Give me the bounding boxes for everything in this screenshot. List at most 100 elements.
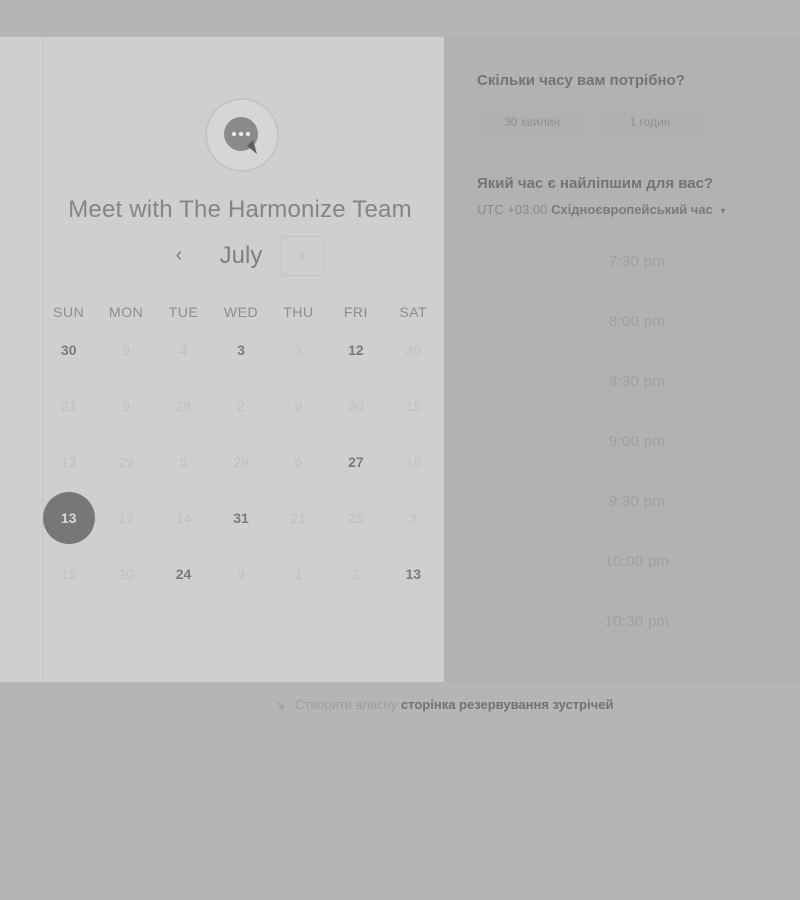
- time-slot[interactable]: 9:30 pm: [477, 471, 797, 531]
- chevron-left-icon: ‹: [175, 243, 183, 266]
- chat-bubble-icon: [224, 117, 258, 154]
- calendar-day: 9: [97, 322, 154, 378]
- calendar-day: 5: [155, 434, 212, 490]
- calendar-day: 2: [212, 378, 269, 434]
- weekday-wed: WED: [223, 304, 259, 320]
- prev-month-button[interactable]: ‹: [164, 240, 194, 270]
- day-number: 9: [294, 398, 303, 414]
- calendar-day: 29: [212, 434, 269, 490]
- day-number: 30: [405, 342, 422, 358]
- calendar-day: 9: [212, 546, 269, 602]
- calendar-day: 3: [270, 322, 327, 378]
- day-number: 31: [233, 510, 249, 526]
- day-number: 14: [175, 510, 192, 526]
- weekday-thu: THU: [283, 304, 314, 320]
- calendar-day: 15: [385, 378, 442, 434]
- time-slot[interactable]: 10:00 pm: [477, 531, 797, 591]
- day-number: 28: [175, 398, 192, 414]
- footer-prefix: Створити власну: [295, 697, 398, 712]
- calendar-day: 21: [270, 490, 327, 546]
- time-slot[interactable]: 8:30 pm: [477, 351, 797, 411]
- calendar-day[interactable]: 12: [327, 322, 384, 378]
- day-number: 25: [348, 510, 364, 526]
- day-number: 6: [294, 454, 303, 470]
- day-number: 20: [118, 566, 134, 582]
- day-number: 3: [294, 342, 303, 358]
- calendar-day: 9: [270, 378, 327, 434]
- day-number: 30: [60, 342, 77, 358]
- selected-day[interactable]: 13: [40, 490, 97, 546]
- time-slot[interactable]: 8:00 pm: [477, 291, 797, 351]
- day-number: 2: [351, 566, 360, 582]
- calendar-day[interactable]: 27: [327, 434, 384, 490]
- calendar-day: 2: [327, 546, 384, 602]
- day-number: 9: [237, 566, 245, 582]
- calendar-day: 3: [385, 490, 442, 546]
- timezone-selector[interactable]: UTC +03:00 Східноєвропейський час ▾: [477, 202, 725, 217]
- next-month-button[interactable]: ›: [281, 236, 324, 276]
- weekday-sun: SUN: [53, 304, 85, 320]
- calendar-day[interactable]: 13: [385, 546, 442, 602]
- calendar-day[interactable]: 30: [40, 322, 97, 378]
- day-number: 9: [122, 398, 131, 414]
- calendar-day: 4: [155, 322, 212, 378]
- day-number: 30: [348, 398, 364, 414]
- weekday-header: SUN MON TUE WED THU FRI SAT: [40, 304, 442, 320]
- day-number: 5: [179, 454, 188, 470]
- day-number: 13: [405, 566, 422, 582]
- calendar-day: 13: [40, 434, 97, 490]
- weekday-tue: TUE: [168, 304, 199, 320]
- footer-cta[interactable]: ↘ Створити власну сторінка резервування …: [0, 697, 800, 713]
- day-number: 29: [233, 454, 249, 470]
- calendar-grid: 30 9 4 3 3 12 30 21 9 28 2 9 30 15 13 29 5 29 6 27 16 13 17 14 3…: [40, 322, 442, 602]
- timezone-name: Східноєвропейський час: [551, 202, 713, 217]
- weekday-mon: MON: [109, 304, 144, 320]
- chevron-right-icon: ›: [299, 244, 306, 267]
- calendar-day: 15: [40, 546, 97, 602]
- day-number: 9: [122, 342, 131, 358]
- day-number: 15: [405, 398, 422, 414]
- calendar-day: 6: [270, 434, 327, 490]
- calendar-day[interactable]: 24: [155, 546, 212, 602]
- calendar-day[interactable]: 3: [212, 322, 269, 378]
- calendar-day: 1: [270, 546, 327, 602]
- day-number: 21: [60, 398, 77, 414]
- caret-down-icon: ▾: [720, 206, 726, 217]
- day-number: 12: [348, 342, 364, 358]
- time-slot[interactable]: 7:30 pm: [477, 231, 797, 291]
- duration-option[interactable]: 30 хвилин: [477, 108, 587, 136]
- calendar-day: 20: [97, 546, 154, 602]
- calendar-day: 16: [385, 434, 442, 490]
- timezone-offset: UTC +03:00: [477, 202, 548, 217]
- calendar-day: 21: [40, 378, 97, 434]
- day-number: 1: [294, 566, 303, 582]
- pointer-icon: ↘: [274, 697, 286, 712]
- calendar-day: 9: [97, 378, 154, 434]
- footer-link[interactable]: сторінка резервування зустрічей: [401, 697, 614, 712]
- calendar-day: 28: [155, 378, 212, 434]
- time-slot[interactable]: 10:30 pm: [477, 591, 797, 651]
- calendar-day: 29: [97, 434, 154, 490]
- duration-option[interactable]: 1 годин: [595, 108, 705, 136]
- time-slot-list: 7:30 pm 8:00 pm 8:30 pm 9:00 pm 9:30 pm 10:00…: [477, 231, 797, 651]
- day-number: 3: [409, 510, 418, 526]
- calendar-day: 25: [327, 490, 384, 546]
- time-slot[interactable]: 9:00 pm: [477, 411, 797, 471]
- day-number: 3: [237, 342, 245, 358]
- day-number: 21: [290, 510, 307, 526]
- month-label: July: [219, 242, 263, 269]
- calendar-day: 17: [97, 490, 154, 546]
- weekday-sat: SAT: [399, 304, 428, 320]
- calendar-day[interactable]: 31: [212, 490, 269, 546]
- page-title: Meet with The Harmonize Team: [68, 196, 412, 223]
- calendar-day: 30: [327, 378, 384, 434]
- day-number: 29: [118, 454, 134, 470]
- day-number: 17: [118, 510, 134, 526]
- day-number: 13: [60, 454, 77, 470]
- duration-options: 30 хвилин 1 годин: [477, 108, 705, 136]
- duration-question: Скільки часу вам потрібно?: [477, 72, 685, 89]
- calendar-day: 14: [155, 490, 212, 546]
- day-number: 13: [42, 492, 95, 544]
- avatar: [205, 98, 279, 172]
- day-number: 4: [179, 342, 188, 358]
